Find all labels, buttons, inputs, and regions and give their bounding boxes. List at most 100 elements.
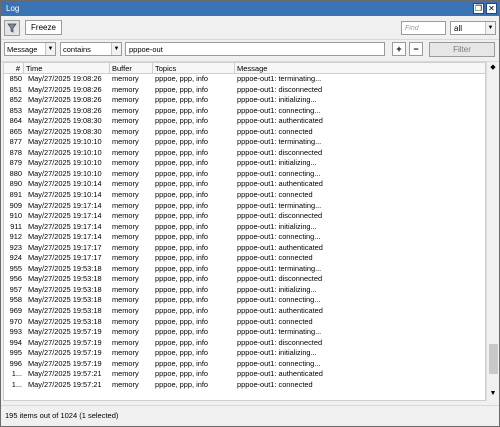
column-header-message[interactable]: Message (235, 63, 485, 74)
table-row[interactable]: 891 May/27/2025 19:10:14 memory pppoe, ppp,… (4, 190, 485, 201)
row-time: May/27/2025 19:17:14 (28, 221, 102, 231)
table-row[interactable]: 957 May/27/2025 19:53:18 memory pppoe, ppp,… (4, 284, 485, 296)
table-row[interactable]: 995 May/27/2025 19:57:19 memory pppoe, ppp,… (4, 348, 485, 359)
table-row[interactable]: 993 May/27/2025 19:57:19 memory pppoe, ppp,… (4, 327, 485, 338)
filter-toggle-button[interactable] (4, 20, 20, 36)
row-topics: pppoe, ppp, info (155, 221, 209, 231)
row-buffer: memory (112, 379, 139, 389)
row-message: pppoe-out1: connected (237, 253, 313, 263)
row-topics: pppoe, ppp, info (155, 232, 209, 242)
row-time: May/27/2025 19:53:18 (28, 295, 102, 305)
table-row[interactable]: 970 May/27/2025 19:53:18 memory pppoe, ppp,… (4, 316, 485, 328)
row-message: pppoe-out1: connected (237, 316, 313, 326)
freeze-button[interactable]: Freeze (25, 20, 62, 35)
row-number: 878 (9, 147, 22, 157)
row-topics: pppoe, ppp, info (155, 379, 209, 389)
find-input[interactable] (401, 21, 446, 35)
filter-operator-select[interactable]: contains ▼ (60, 42, 122, 56)
topic-select[interactable]: all ▼ (450, 21, 496, 35)
table-row[interactable]: 865 May/27/2025 19:08:30 memory pppoe, ppp,… (4, 126, 485, 138)
row-message: pppoe-out1: disconnected (237, 211, 323, 221)
table-row[interactable]: 996 May/27/2025 19:57:19 memory pppoe, ppp,… (4, 358, 485, 370)
filter-field-value: Message (7, 45, 38, 54)
table-row[interactable]: 956 May/27/2025 19:53:18 memory pppoe, ppp,… (4, 274, 485, 285)
column-header-buffer[interactable]: Buffer (110, 63, 153, 74)
row-time: May/27/2025 19:53:18 (28, 306, 102, 316)
row-topics: pppoe, ppp, info (155, 147, 209, 157)
row-message: pppoe-out1: initializing... (237, 348, 317, 358)
close-icon[interactable]: ✕ (486, 3, 497, 14)
row-buffer: memory (112, 316, 139, 326)
table-row[interactable]: 850 May/27/2025 19:08:26 memory pppoe, ppp,… (4, 74, 485, 85)
toolbar: Freeze all ▼ (1, 16, 499, 40)
row-message: pppoe-out1: authenticated (237, 116, 323, 126)
table-row[interactable]: 911 May/27/2025 19:17:14 memory pppoe, ppp,… (4, 221, 485, 233)
table-row[interactable]: 1... May/27/2025 19:57:21 memory pppoe, ppp… (4, 369, 485, 380)
row-number: 956 (9, 274, 22, 284)
filter-bar: Message ▼ contains ▼ + − Filter (1, 40, 499, 62)
row-message: pppoe-out1: initializing... (237, 284, 317, 294)
table-row[interactable]: 880 May/27/2025 19:10:10 memory pppoe, ppp,… (4, 168, 485, 180)
table-row[interactable]: 958 May/27/2025 19:53:18 memory pppoe, ppp,… (4, 295, 485, 306)
table-row[interactable]: 924 May/27/2025 19:17:17 memory pppoe, ppp,… (4, 253, 485, 264)
column-header-time[interactable]: Time (24, 63, 110, 74)
scroll-down-icon[interactable]: ▼ (487, 388, 499, 400)
table-row[interactable]: 853 May/27/2025 19:08:26 memory pppoe, ppp,… (4, 106, 485, 117)
row-buffer: memory (112, 147, 139, 157)
row-topics: pppoe, ppp, info (155, 168, 209, 178)
filter-field-select[interactable]: Message ▼ (4, 42, 56, 56)
row-buffer: memory (112, 253, 139, 263)
table-row[interactable]: 909 May/27/2025 19:17:14 memory pppoe, ppp,… (4, 201, 485, 212)
row-number: 924 (9, 253, 22, 263)
remove-filter-button[interactable]: − (409, 42, 423, 56)
status-text: 195 items out of 1024 (1 selected) (5, 411, 119, 420)
add-filter-button[interactable]: + (392, 42, 406, 56)
filter-button[interactable]: Filter (429, 42, 495, 57)
table-row[interactable]: 1... May/27/2025 19:57:21 memory pppoe, ppp… (4, 379, 485, 391)
row-topics: pppoe, ppp, info (155, 337, 209, 347)
row-buffer: memory (112, 116, 139, 126)
column-header-topics[interactable]: Topics (153, 63, 235, 74)
row-time: May/27/2025 19:53:18 (28, 316, 102, 326)
column-header-number[interactable]: # (4, 63, 24, 74)
filter-funnel-icon (7, 23, 17, 33)
table-row[interactable]: 851 May/27/2025 19:08:26 memory pppoe, ppp,… (4, 84, 485, 96)
table-row[interactable]: 878 May/27/2025 19:10:10 memory pppoe, ppp,… (4, 147, 485, 159)
table-body: 850 May/27/2025 19:08:26 memory pppoe, ppp,… (4, 74, 485, 391)
table-row[interactable]: 879 May/27/2025 19:10:10 memory pppoe, ppp,… (4, 158, 485, 169)
row-number: 912 (9, 232, 22, 242)
table-row[interactable]: 955 May/27/2025 19:53:18 memory pppoe, ppp,… (4, 264, 485, 275)
row-buffer: memory (112, 211, 139, 221)
row-buffer: memory (112, 84, 139, 94)
row-number: 910 (9, 211, 22, 221)
table-row[interactable]: 852 May/27/2025 19:08:26 memory pppoe, ppp,… (4, 95, 485, 106)
table-row[interactable]: 923 May/27/2025 19:17:17 memory pppoe, ppp,… (4, 243, 485, 254)
row-topics: pppoe, ppp, info (155, 358, 209, 368)
vertical-scrollbar[interactable]: ◆ ▼ (486, 62, 499, 401)
row-message: pppoe-out1: authenticated (237, 306, 323, 316)
scrollbar-thumb[interactable] (489, 343, 498, 374)
row-time: May/27/2025 19:57:19 (28, 327, 102, 337)
title-bar[interactable]: Log ❐ ✕ (1, 1, 499, 16)
row-time: May/27/2025 19:08:30 (28, 126, 102, 136)
log-table: # Time Buffer Topics Message 850 May/27/2… (3, 62, 486, 401)
table-header: # Time Buffer Topics Message (4, 63, 485, 74)
table-row[interactable]: 994 May/27/2025 19:57:19 memory pppoe, ppp,… (4, 337, 485, 349)
row-topics: pppoe, ppp, info (155, 137, 209, 147)
row-message: pppoe-out1: connecting... (237, 232, 321, 242)
row-time: May/27/2025 19:08:26 (28, 84, 102, 94)
restore-icon[interactable]: ❐ (473, 3, 484, 14)
table-row[interactable]: 877 May/27/2025 19:10:10 memory pppoe, ppp,… (4, 137, 485, 148)
table-row[interactable]: 864 May/27/2025 19:08:30 memory pppoe, ppp,… (4, 116, 485, 127)
row-buffer: memory (112, 158, 139, 168)
window-title: Log (6, 4, 20, 13)
table-row[interactable]: 912 May/27/2025 19:17:14 memory pppoe, ppp,… (4, 232, 485, 243)
table-row[interactable]: 910 May/27/2025 19:17:14 memory pppoe, ppp,… (4, 211, 485, 222)
status-bar: 195 items out of 1024 (1 selected) (1, 405, 499, 426)
table-row[interactable]: 890 May/27/2025 19:10:14 memory pppoe, ppp,… (4, 179, 485, 190)
column-menu-icon[interactable]: ◆ (487, 63, 499, 73)
row-number: 957 (9, 284, 22, 294)
table-row[interactable]: 969 May/27/2025 19:53:18 memory pppoe, ppp,… (4, 306, 485, 317)
row-number: 1... (11, 379, 22, 389)
filter-value-input[interactable] (125, 42, 385, 56)
